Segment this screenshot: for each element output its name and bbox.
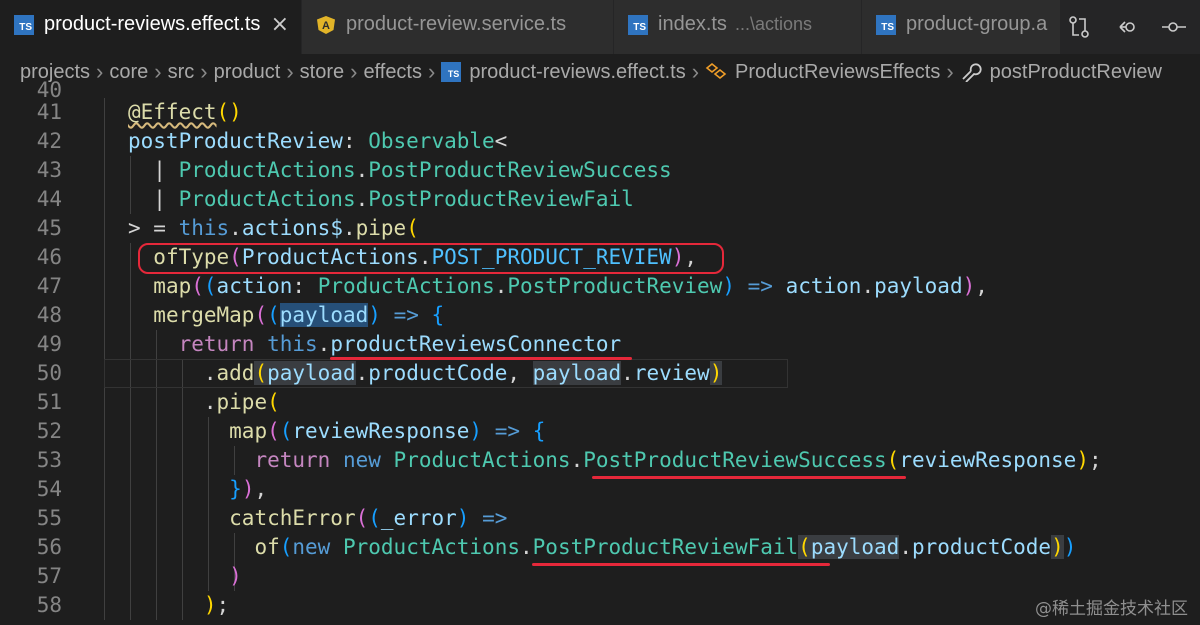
line-number: 44 bbox=[36, 187, 62, 211]
breadcrumb-item-class[interactable]: ProductReviewsEffects bbox=[705, 61, 940, 84]
underline-fail-action bbox=[532, 563, 830, 566]
line-number: 54 bbox=[36, 477, 62, 501]
line-number: 46 bbox=[36, 245, 62, 269]
code-line: of(new ProductActions.PostProductReviewF… bbox=[254, 535, 1077, 559]
code-line: | ProductActions.PostProductReviewSucces… bbox=[128, 158, 672, 182]
typescript-file-icon: TS bbox=[441, 62, 462, 82]
code-line: postProductReview: Observable< bbox=[128, 129, 508, 153]
angular-icon: A bbox=[317, 16, 335, 34]
line-number: 55 bbox=[36, 506, 62, 530]
chevron-right-icon: › bbox=[691, 59, 700, 84]
tab-title: index.ts ...\actions bbox=[658, 13, 812, 36]
breadcrumb-class-label: ProductReviewsEffects bbox=[735, 60, 941, 83]
code-line: return new ProductActions.PostProductRev… bbox=[254, 448, 1102, 472]
line-number: 43 bbox=[36, 158, 62, 182]
line-number: 48 bbox=[36, 303, 62, 327]
code-line: }), bbox=[229, 477, 268, 501]
open-changes-icon[interactable] bbox=[1114, 14, 1140, 40]
tab-title: product-group.a bbox=[906, 13, 1048, 35]
tab-title-text: index.ts bbox=[658, 13, 727, 35]
class-symbol-icon bbox=[705, 62, 727, 80]
tab-index[interactable]: TS index.ts ...\actions bbox=[614, 0, 862, 54]
watermark: @稀土掘金技术社区 bbox=[1035, 599, 1188, 619]
line-number: 57 bbox=[36, 564, 62, 588]
code-line: .pipe( bbox=[128, 390, 280, 414]
line-number: 50 bbox=[36, 361, 62, 385]
line-number: 52 bbox=[36, 419, 62, 443]
line-number: 53 bbox=[36, 448, 62, 472]
code-line: mergeMap((payload) => { bbox=[153, 303, 445, 327]
breadcrumb-item-core[interactable]: core bbox=[109, 61, 148, 84]
underline-connector bbox=[330, 357, 632, 360]
breadcrumb-item-product[interactable]: product bbox=[214, 61, 281, 84]
code-editor[interactable]: 40 41 42 43 44 45 46 47 48 49 50 51 52 5… bbox=[0, 78, 1200, 625]
code-line: | ProductActions.PostProductReviewFail bbox=[128, 187, 634, 211]
close-icon[interactable]: × bbox=[271, 12, 289, 38]
tab-path-hint: ...\actions bbox=[734, 14, 812, 34]
line-number: 58 bbox=[36, 593, 62, 617]
line-number: 45 bbox=[36, 216, 62, 240]
compare-changes-icon[interactable] bbox=[1066, 14, 1092, 40]
typescript-file-icon: TS bbox=[876, 15, 896, 35]
breadcrumb-item-src[interactable]: src bbox=[168, 61, 195, 84]
line-number: 47 bbox=[36, 274, 62, 298]
chevron-right-icon: › bbox=[200, 59, 208, 84]
breadcrumb-item-member[interactable]: postProductReview bbox=[960, 61, 1162, 84]
chevron-right-icon: › bbox=[946, 59, 954, 84]
line-number: 41 bbox=[36, 100, 62, 124]
code-line: @Effect() bbox=[128, 100, 242, 124]
underline-success-action bbox=[592, 476, 906, 479]
breadcrumb-file-label: product-reviews.effect.ts bbox=[469, 60, 686, 83]
tab-title: product-reviews.effect.ts bbox=[44, 13, 261, 35]
tab-title: product-review.service.ts bbox=[346, 13, 567, 35]
typescript-file-icon: TS bbox=[628, 15, 648, 35]
line-number: 49 bbox=[36, 332, 62, 356]
code-line: catchError((_error) => bbox=[229, 506, 508, 530]
code-line: return this.productReviewsConnector bbox=[178, 332, 622, 356]
breadcrumb: projects › core › src › product › store … bbox=[0, 54, 1200, 90]
timeline-icon[interactable] bbox=[1160, 14, 1186, 40]
tab-bar: TS product-reviews.effect.ts × A product… bbox=[0, 0, 1200, 54]
code-line: map((reviewResponse) => { bbox=[229, 419, 546, 443]
tab-product-review-service[interactable]: A product-review.service.ts bbox=[302, 0, 614, 54]
line-number: 56 bbox=[36, 535, 62, 559]
breadcrumb-item-store[interactable]: store bbox=[300, 61, 344, 84]
wrench-icon bbox=[962, 63, 982, 82]
tab-product-group[interactable]: TS product-group.a bbox=[862, 0, 1062, 54]
svg-text:A: A bbox=[322, 20, 330, 32]
chevron-right-icon: › bbox=[286, 59, 294, 84]
code-line: .add(payload.productCode, payload.review… bbox=[128, 361, 723, 385]
editor-actions bbox=[1060, 0, 1200, 54]
chevron-right-icon: › bbox=[154, 59, 162, 84]
typescript-file-icon: TS bbox=[14, 15, 34, 35]
line-number: 51 bbox=[36, 390, 62, 414]
breadcrumb-item-file[interactable]: TS product-reviews.effect.ts bbox=[441, 60, 686, 84]
code-line: > = this.actions$.pipe( bbox=[128, 216, 419, 240]
tab-product-reviews-effect[interactable]: TS product-reviews.effect.ts × bbox=[0, 0, 302, 54]
code-line: map((action: ProductActions.PostProductR… bbox=[153, 274, 988, 298]
code-line: ); bbox=[203, 593, 230, 617]
breadcrumb-item-effects[interactable]: effects bbox=[363, 61, 422, 84]
chevron-right-icon: › bbox=[96, 59, 104, 84]
highlight-box-oftype bbox=[138, 243, 724, 274]
code-line: ) bbox=[229, 564, 242, 588]
breadcrumb-member-label: postProductReview bbox=[989, 60, 1162, 83]
line-number: 42 bbox=[36, 129, 62, 153]
chevron-right-icon: › bbox=[350, 59, 358, 84]
chevron-right-icon: › bbox=[428, 59, 436, 84]
